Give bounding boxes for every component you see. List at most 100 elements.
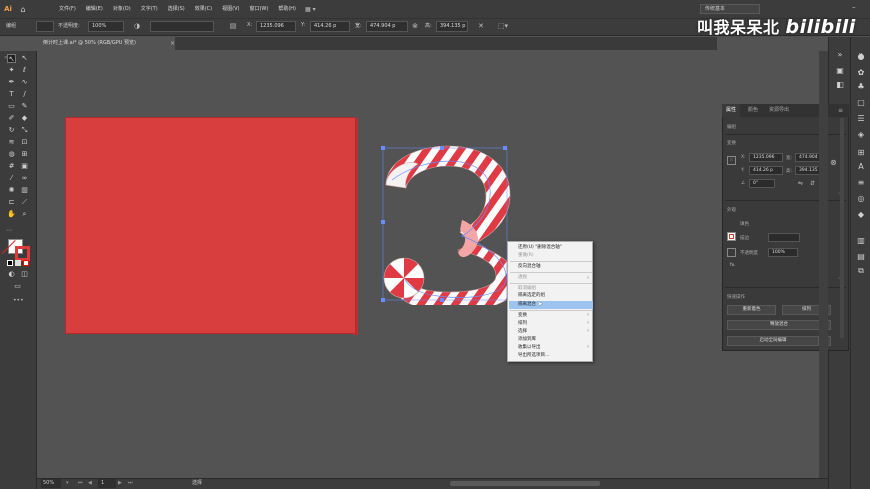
constrain-proportions-icon[interactable]: ⊗ (830, 158, 837, 167)
menu-view[interactable]: 视图(V) (217, 0, 244, 18)
global-edit-button[interactable]: 启动全局编辑 (727, 336, 819, 346)
opacity-input[interactable]: 100% (768, 248, 798, 257)
tab-properties[interactable]: 属性 (722, 104, 741, 117)
layout-icon[interactable]: ▦ ▾ (305, 6, 316, 13)
line-tool-icon[interactable]: / (20, 90, 29, 99)
tab-color[interactable]: 颜色 (748, 104, 758, 117)
ctx-perspective[interactable]: 透视 (518, 274, 592, 281)
first-artboard-icon[interactable]: ⏮ (78, 479, 83, 488)
home-icon[interactable]: ⌂ (16, 0, 30, 18)
pen-tool-icon[interactable]: ✒ (7, 78, 16, 87)
flip-horizontal-icon[interactable]: ⇋ (798, 180, 803, 187)
ctx-isolate-group[interactable]: 隔离选定的组 (518, 292, 592, 299)
ctx-export-selection[interactable]: 导出所选项目... (518, 352, 592, 359)
column-graph-tool-icon[interactable]: ▥ (20, 186, 29, 195)
link-icon[interactable]: ⊗ (410, 21, 420, 32)
release-blend-button[interactable]: 释放混合 (727, 320, 831, 330)
color-guide-icon[interactable]: ▣ (834, 65, 846, 77)
stroke-color-swatch[interactable] (15, 246, 30, 261)
layers-icon[interactable]: ◈ (855, 129, 867, 141)
align-panel-icon[interactable]: ▤ (855, 251, 867, 263)
default-colors-icon[interactable] (7, 260, 13, 266)
eraser-tool-icon[interactable]: ◆ (20, 114, 29, 123)
menu-help[interactable]: 帮助(H) (273, 0, 301, 18)
fill-swatch[interactable] (36, 21, 54, 32)
graphic-styles-icon[interactable]: ▢ (855, 97, 867, 109)
scale-tool-icon[interactable]: ⤡ (20, 126, 29, 135)
reference-point-icon[interactable]: ⁙ (727, 156, 736, 165)
direct-selection-tool-icon[interactable]: ↖ (20, 54, 29, 63)
color-panel-icon[interactable]: ◧ (834, 79, 846, 91)
mesh-tool-icon[interactable]: # (7, 162, 16, 171)
ctx-add-to-library[interactable]: 添加到库 (518, 336, 592, 343)
pathfinder-icon[interactable]: ⧉ (855, 265, 867, 277)
next-artboard-icon[interactable]: ▶ (118, 479, 122, 488)
menu-object[interactable]: 对象(O) (108, 0, 136, 18)
ctx-arrange[interactable]: 排列 (518, 320, 592, 327)
panel-menu-icon[interactable]: ≡ (838, 107, 843, 114)
brushes-icon[interactable]: ✿ (855, 67, 867, 79)
menu-type[interactable]: 文字(T) (136, 0, 163, 18)
toolbar-more-icon[interactable]: ⋯ (6, 227, 12, 234)
symbols-icon[interactable]: ♣ (855, 81, 867, 93)
ctx-transform[interactable]: 变换 (518, 312, 592, 319)
symbol-sprayer-tool-icon[interactable]: ✺ (7, 186, 16, 195)
ctx-ungroup[interactable]: 取消编组 (518, 285, 592, 292)
zoom-tool-icon[interactable]: ⌕ (20, 210, 29, 219)
curvature-tool-icon[interactable]: ∿ (20, 78, 29, 87)
menu-select[interactable]: 选择(S) (163, 0, 190, 18)
flip-vertical-icon[interactable]: ⇵ (810, 180, 815, 187)
width-field[interactable]: 474.904 p (366, 21, 408, 32)
stroke-panel-icon[interactable]: ≡ (855, 177, 867, 189)
artboards-icon[interactable]: ▥ (855, 235, 867, 247)
appearance-icon[interactable]: ◎ (855, 193, 867, 205)
hand-tool-icon[interactable]: ✋ (7, 210, 16, 219)
opacity-swatch[interactable] (727, 248, 736, 257)
artboard-number-field[interactable]: 1 (98, 479, 116, 488)
menu-effect[interactable]: 效果(C) (190, 0, 217, 18)
vertical-scrollbar[interactable] (819, 51, 828, 478)
screen-mode-icon[interactable]: ▭ (13, 282, 22, 291)
ctx-reverse-spine[interactable]: 反向混合轴 (518, 263, 592, 270)
ctx-isolate-blend[interactable]: 隔离混合 (518, 301, 592, 308)
close-tab-icon[interactable]: × (170, 37, 175, 50)
artboard[interactable] (65, 117, 356, 334)
slice-tool-icon[interactable]: ⟋ (20, 198, 29, 207)
gradient-tool-icon[interactable]: ▣ (20, 162, 29, 171)
character-icon[interactable]: A (855, 161, 867, 173)
y-field[interactable]: 414.26 p (310, 21, 350, 32)
more-options-icon[interactable]: ⬚▾ (492, 21, 514, 32)
color-mode-icon[interactable] (15, 260, 21, 266)
selection-tool-icon[interactable]: ↖ (7, 54, 16, 63)
width-tool-icon[interactable]: ≋ (7, 138, 16, 147)
draw-behind-icon[interactable]: ◫ (20, 270, 29, 279)
type-tool-icon[interactable]: T (7, 90, 16, 99)
ctx-collect-for-export[interactable]: 收集以导出 (518, 344, 592, 351)
recolor-icon[interactable]: ◑ (132, 21, 142, 32)
x-input[interactable]: 1235.096 (749, 153, 783, 162)
scrollbar-thumb[interactable] (450, 481, 600, 486)
panel-scrollbar[interactable] (840, 118, 844, 338)
paintbrush-tool-icon[interactable]: ✎ (20, 102, 29, 111)
perspective-grid-tool-icon[interactable]: ⊞ (20, 150, 29, 159)
shaper-tool-icon[interactable]: ✐ (7, 114, 16, 123)
menu-edit[interactable]: 编辑(E) (81, 0, 108, 18)
libraries-icon[interactable]: ⊞ (855, 147, 867, 159)
fx-icon[interactable]: fx. (730, 263, 736, 268)
align-icon[interactable]: ▤ (228, 21, 238, 32)
last-artboard-icon[interactable]: ⏭ (128, 479, 133, 488)
layers-stack-icon[interactable]: ◆ (855, 209, 867, 221)
style-field[interactable] (150, 21, 214, 32)
magic-wand-tool-icon[interactable]: ✦ (7, 66, 16, 75)
rotate-tool-icon[interactable]: ↻ (7, 126, 16, 135)
properties-panel-icon[interactable]: ☰ (855, 113, 867, 125)
ctx-select[interactable]: 选择 (518, 328, 592, 335)
fill-swatch[interactable] (727, 232, 736, 241)
document-tab[interactable]: 倒计时上课.ai* @ 50% (RGB/GPU 预览) (37, 37, 175, 50)
candy-number-three-artwork[interactable] (378, 140, 528, 305)
none-mode-icon[interactable] (23, 260, 29, 266)
y-input[interactable]: 414.26 p (749, 166, 783, 175)
stroke-weight-field[interactable] (768, 233, 800, 242)
opacity-field[interactable]: 100% (88, 21, 124, 32)
menu-window[interactable]: 窗口(W) (244, 0, 273, 18)
